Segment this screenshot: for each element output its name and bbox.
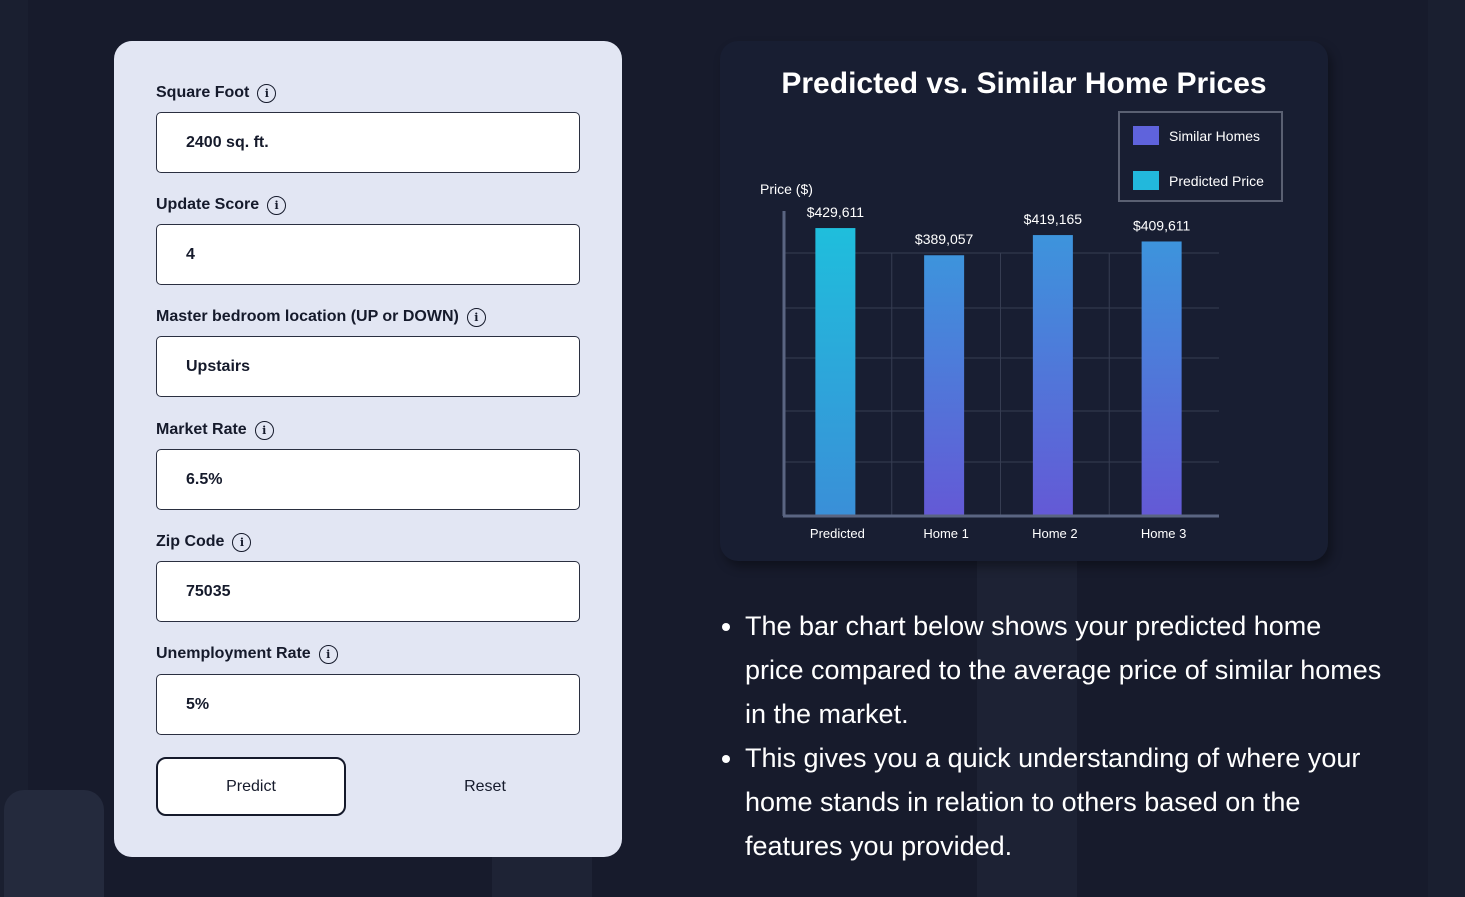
chart-description: The bar chart below shows your predicted… xyxy=(720,604,1385,868)
zip-code-input[interactable] xyxy=(156,561,580,622)
legend-item-predicted-price: Predicted Price xyxy=(1133,171,1264,190)
legend-label: Similar Homes xyxy=(1169,127,1261,144)
unemployment-rate-label: Unemployment Rate i xyxy=(156,642,338,666)
info-icon[interactable]: i xyxy=(466,307,486,327)
description-bullet: The bar chart below shows your predicted… xyxy=(745,604,1385,736)
square-foot-label: Square Foot i xyxy=(156,81,277,105)
update-score-input[interactable] xyxy=(156,224,580,285)
price-chart-card: Predicted vs. Similar Home Prices Simila… xyxy=(720,41,1328,561)
bar-home-2 xyxy=(1032,235,1073,517)
background-strip xyxy=(4,790,104,897)
info-icon[interactable]: i xyxy=(318,644,338,664)
chart-title: Predicted vs. Similar Home Prices xyxy=(781,67,1267,100)
bar-value-label: $419,165 xyxy=(1024,211,1083,227)
prediction-form: Square Foot i Update Score i Master bedr… xyxy=(114,41,622,857)
info-icon[interactable]: i xyxy=(232,532,252,552)
legend-swatch-predicted xyxy=(1133,171,1159,190)
bar-value-label: $409,611 xyxy=(1133,217,1191,233)
legend-swatch-similar xyxy=(1133,126,1159,145)
master-bedroom-label: Master bedroom location (UP or DOWN) i xyxy=(156,305,486,329)
legend-label: Predicted Price xyxy=(1169,172,1264,189)
description-bullet: This gives you a quick understanding of … xyxy=(745,736,1385,868)
unemployment-rate-input[interactable] xyxy=(156,674,580,735)
background-strip xyxy=(0,0,28,897)
market-rate-input[interactable] xyxy=(156,449,580,510)
bar-home-3 xyxy=(1141,241,1182,516)
info-icon[interactable]: i xyxy=(257,83,277,103)
bar-predicted xyxy=(815,228,856,517)
y-axis-label: Price ($) xyxy=(760,181,813,197)
chart-legend: Similar Homes Predicted Price xyxy=(1118,111,1283,202)
x-tick-label: Home 1 xyxy=(923,526,969,541)
update-score-label: Update Score i xyxy=(156,193,287,217)
x-tick-label: Home 2 xyxy=(1032,526,1078,541)
x-tick-label: Home 3 xyxy=(1141,526,1187,541)
reset-button[interactable]: Reset xyxy=(420,757,550,816)
background-strip xyxy=(492,857,592,897)
chart-axes xyxy=(782,211,1219,518)
chart-grid xyxy=(784,252,1219,516)
master-bedroom-input[interactable] xyxy=(156,336,580,397)
bar-home-1 xyxy=(924,255,965,517)
legend-item-similar-homes: Similar Homes xyxy=(1133,126,1260,145)
market-rate-label: Market Rate i xyxy=(156,418,274,442)
bar-value-label: $429,611 xyxy=(807,204,865,220)
predict-button[interactable]: Predict xyxy=(156,757,346,816)
background-strip xyxy=(1428,0,1465,897)
info-icon[interactable]: i xyxy=(254,420,274,440)
zip-code-label: Zip Code i xyxy=(156,530,252,554)
x-tick-label: Predicted xyxy=(810,526,865,541)
bar-value-label: $389,057 xyxy=(915,231,974,247)
info-icon[interactable]: i xyxy=(267,195,287,215)
chart-bars: $429,611 Predicted $389,057 Home 1 $419,165 H… xyxy=(807,204,1191,541)
square-foot-input[interactable] xyxy=(156,112,580,173)
